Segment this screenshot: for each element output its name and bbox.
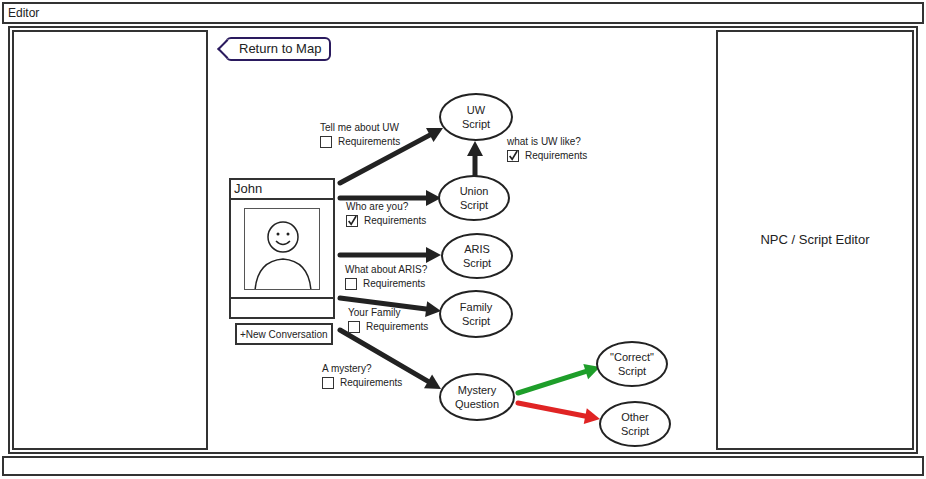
requirements-label: Requirements <box>338 136 400 148</box>
branch-arrow[interactable] <box>518 403 600 424</box>
requirements-checkbox[interactable] <box>322 377 334 389</box>
option-label: What about ARIS? <box>345 264 427 276</box>
conversation-arrow[interactable] <box>340 247 441 263</box>
requirements-checkbox[interactable] <box>348 321 360 333</box>
conversation-arrow[interactable] <box>467 141 483 176</box>
option-label: Your Family <box>348 307 428 319</box>
option-label: Tell me about UW <box>320 122 400 134</box>
requirements-label: Requirements <box>340 377 402 389</box>
new-conversation-label: +New Conversation <box>240 327 328 342</box>
node-label: Other Script <box>611 410 659 438</box>
option-label: A mystery? <box>322 363 402 375</box>
requirements-label: Requirements <box>366 321 428 333</box>
requirements-row[interactable]: Requirements <box>507 150 587 162</box>
new-conversation-button[interactable]: +New Conversation <box>235 323 333 345</box>
requirements-row[interactable]: Requirements <box>320 136 400 148</box>
editor-window: Editor UW Script Union Script ARIS Script F… <box>0 0 926 479</box>
node-label: Family Script <box>452 300 500 328</box>
back-arrow-icon <box>217 39 237 59</box>
requirements-label: Requirements <box>364 215 426 227</box>
return-to-map-button[interactable]: Return to Map <box>225 37 331 61</box>
node-label: Mystery Question <box>453 383 501 411</box>
left-panel <box>12 30 208 450</box>
requirements-row[interactable]: Requirements <box>322 377 402 389</box>
npc-script-editor-panel: NPC / Script Editor <box>716 30 914 450</box>
script-node[interactable]: Union Script <box>438 175 510 221</box>
node-label: Union Script <box>450 184 498 212</box>
requirements-row[interactable]: Requirements <box>345 278 427 290</box>
bottom-bar <box>2 456 924 476</box>
node-label: "Correct" Script <box>608 350 656 378</box>
check-icon <box>347 215 357 227</box>
requirements-checkbox[interactable] <box>346 215 358 227</box>
npc-name-bar: John <box>231 180 333 200</box>
script-node[interactable]: Mystery Question <box>439 373 515 421</box>
option-label: what is UW like? <box>507 136 587 148</box>
conversation-option: Who are you? Requirements <box>346 201 426 227</box>
node-label: UW Script <box>452 103 500 131</box>
option-label: Who are you? <box>346 201 426 213</box>
requirements-row[interactable]: Requirements <box>348 321 428 333</box>
script-node[interactable]: Family Script <box>439 290 513 338</box>
branch-arrow[interactable] <box>518 364 600 393</box>
script-node[interactable]: UW Script <box>439 93 513 141</box>
requirements-checkbox[interactable] <box>507 150 519 162</box>
conversation-option: what is UW like? Requirements <box>507 136 587 162</box>
title-bar: Editor <box>2 2 924 24</box>
script-node[interactable]: Other Script <box>599 401 671 447</box>
requirements-checkbox[interactable] <box>320 136 332 148</box>
conversation-option: Your Family Requirements <box>348 307 428 333</box>
npc-portrait-icon <box>244 208 320 290</box>
window-title: Editor <box>8 4 39 22</box>
conversation-option: Tell me about UW Requirements <box>320 122 400 148</box>
script-node[interactable]: "Correct" Script <box>596 341 668 387</box>
npc-portrait-area <box>231 200 333 297</box>
return-to-map-label: Return to Map <box>239 39 321 59</box>
conversation-option: A mystery? Requirements <box>322 363 402 389</box>
npc-card[interactable]: John <box>229 178 335 319</box>
conversation-arrow[interactable] <box>340 330 441 389</box>
check-icon <box>508 150 518 162</box>
requirements-label: Requirements <box>525 150 587 162</box>
npc-card-footer <box>231 297 333 317</box>
main-area: UW Script Union Script ARIS Script Family S… <box>8 26 918 454</box>
requirements-row[interactable]: Requirements <box>346 215 426 227</box>
conversation-option: What about ARIS? Requirements <box>345 264 427 290</box>
script-node[interactable]: ARIS Script <box>441 233 513 279</box>
requirements-checkbox[interactable] <box>345 278 357 290</box>
node-label: ARIS Script <box>453 242 501 270</box>
requirements-label: Requirements <box>363 278 425 290</box>
conversation-canvas: UW Script Union Script ARIS Script Family S… <box>208 30 716 450</box>
panel-title: NPC / Script Editor <box>760 230 869 250</box>
npc-name: John <box>234 179 262 199</box>
